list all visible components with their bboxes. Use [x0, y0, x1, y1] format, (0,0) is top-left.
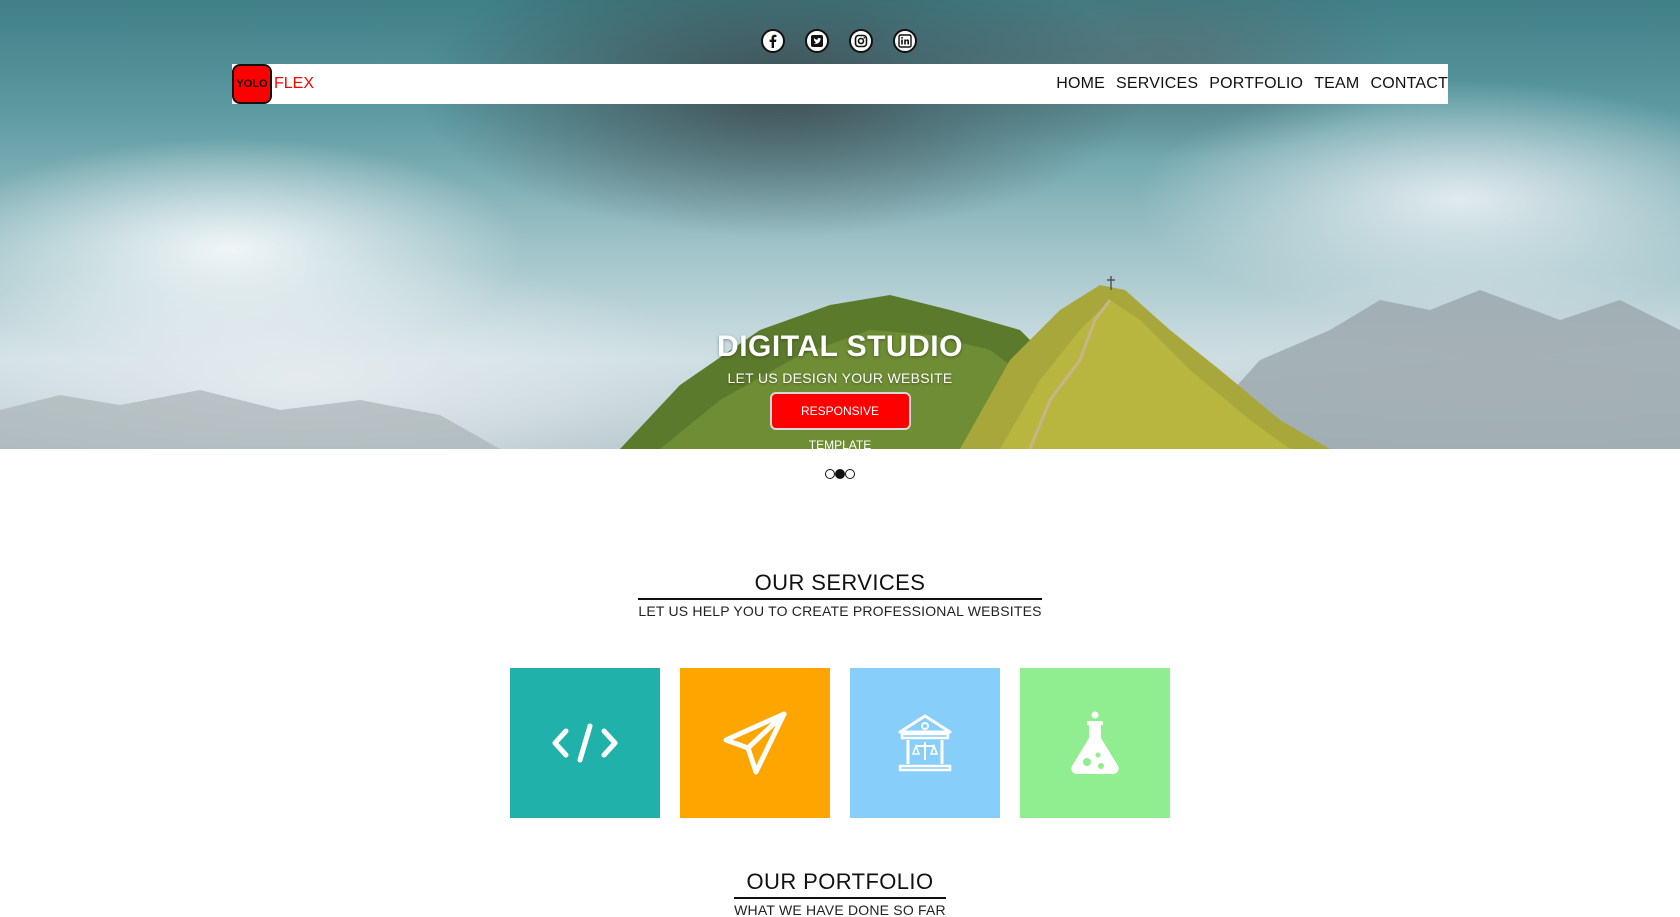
main-menu: HOME SERVICES PORTFOLIO TEAM CONTACT [1056, 64, 1448, 104]
nav-item-home[interactable]: HOME [1056, 75, 1105, 93]
nav-item-team[interactable]: TEAM [1314, 75, 1359, 93]
code-icon [552, 723, 618, 763]
service-tile-send[interactable] [680, 668, 830, 818]
portfolio-subtitle: WHAT WE HAVE DONE SO FAR [734, 902, 946, 917]
logo-box: YOLO [232, 64, 272, 104]
top-navbar: YOLO FLEX HOME SERVICES PORTFOLIO TEAM C… [232, 64, 1448, 104]
instagram-icon[interactable] [849, 29, 873, 53]
logo-text: FLEX [274, 75, 315, 92]
responsive-template-button[interactable]: RESPONSIVE TEMPLATE [769, 392, 911, 449]
slider-dot-3[interactable] [845, 469, 855, 479]
service-tile-code[interactable] [510, 668, 660, 818]
hero-title: DIGITAL STUDIO [717, 330, 963, 363]
nav-item-contact[interactable]: CONTACT [1370, 75, 1448, 93]
slider-dot-2[interactable] [835, 469, 845, 479]
paper-plane-icon [723, 711, 787, 775]
portfolio-title: OUR PORTFOLIO [734, 869, 946, 899]
twitter-icon[interactable] [805, 29, 829, 53]
services-title: OUR SERVICES [638, 570, 1042, 600]
linkedin-icon[interactable] [893, 29, 917, 53]
service-tile-lab[interactable] [1020, 668, 1170, 818]
social-links [761, 29, 917, 53]
services-tiles [510, 668, 1170, 818]
nav-item-services[interactable]: SERVICES [1116, 75, 1198, 93]
service-tile-bank[interactable] [850, 668, 1000, 818]
hero-banner: YOLO FLEX HOME SERVICES PORTFOLIO TEAM C… [0, 0, 1680, 449]
flask-icon [1071, 711, 1119, 774]
services-subtitle: LET US HELP YOU TO CREATE PROFESSIONAL W… [638, 603, 1042, 619]
portfolio-header: OUR PORTFOLIO WHAT WE HAVE DONE SO FAR [0, 869, 1680, 917]
services-header: OUR SERVICES LET US HELP YOU TO CREATE P… [0, 570, 1680, 620]
nav-item-portfolio[interactable]: PORTFOLIO [1209, 75, 1303, 93]
bank-icon [898, 714, 952, 772]
hero-subtitle: LET US DESIGN YOUR WEBSITE [727, 370, 953, 386]
facebook-icon[interactable] [761, 29, 785, 53]
hero-caption: DIGITAL STUDIO LET US DESIGN YOUR WEBSIT… [0, 330, 1680, 449]
slider-dot-1[interactable] [825, 469, 835, 479]
slider-dots [825, 469, 855, 479]
brand-logo[interactable]: YOLO FLEX [232, 64, 314, 104]
